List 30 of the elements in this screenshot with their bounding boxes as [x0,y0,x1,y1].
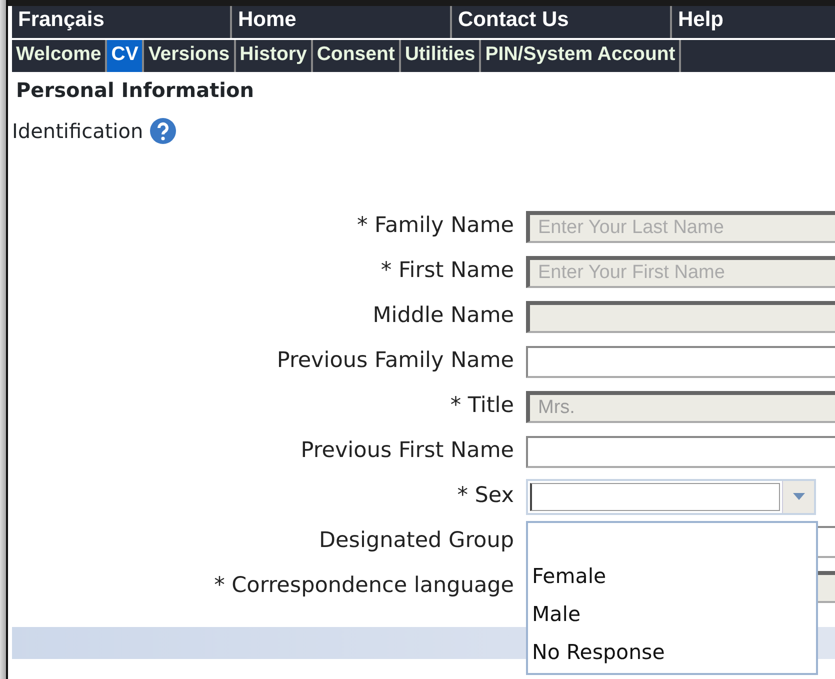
field-label: Previous Family Name [276,347,515,376]
tab[interactable]: Consent [312,40,401,72]
nav-link[interactable]: Home [232,6,452,38]
help-icon[interactable] [149,117,178,145]
field-label: * Correspondence language [213,572,515,600]
caret-icon [792,492,804,500]
field-label: * Title [449,392,515,420]
nav-link[interactable]: Français [12,6,232,38]
nav-link[interactable]: Help [672,6,835,38]
field-label: * Family Name [356,212,515,240]
dropdown-option[interactable]: Male [528,597,816,635]
dropdown-option[interactable]: No Response [528,635,816,673]
nav-link[interactable]: Contact Us [452,6,672,38]
input-field[interactable] [526,346,835,378]
field-label: * First Name [380,257,515,286]
field-label: Previous First Name [300,437,515,466]
section-heading: Personal Information [16,78,255,102]
input-field[interactable] [526,436,835,468]
tab[interactable]: History [236,40,313,72]
tab[interactable]: Utilities [400,40,482,72]
dropdown-option[interactable]: Female [528,559,816,597]
dropdown-button[interactable] [782,480,814,512]
field-label: Middle Name [372,302,515,330]
tab[interactable]: Versions [144,40,236,72]
subsection-title: Identification [12,118,144,145]
tab[interactable]: PIN/System Account [481,40,682,72]
tab[interactable]: CV [107,40,144,72]
field-label: Designated Group [318,527,515,556]
field-label: * Sex [456,482,515,510]
dropdown-field[interactable] [526,478,816,514]
